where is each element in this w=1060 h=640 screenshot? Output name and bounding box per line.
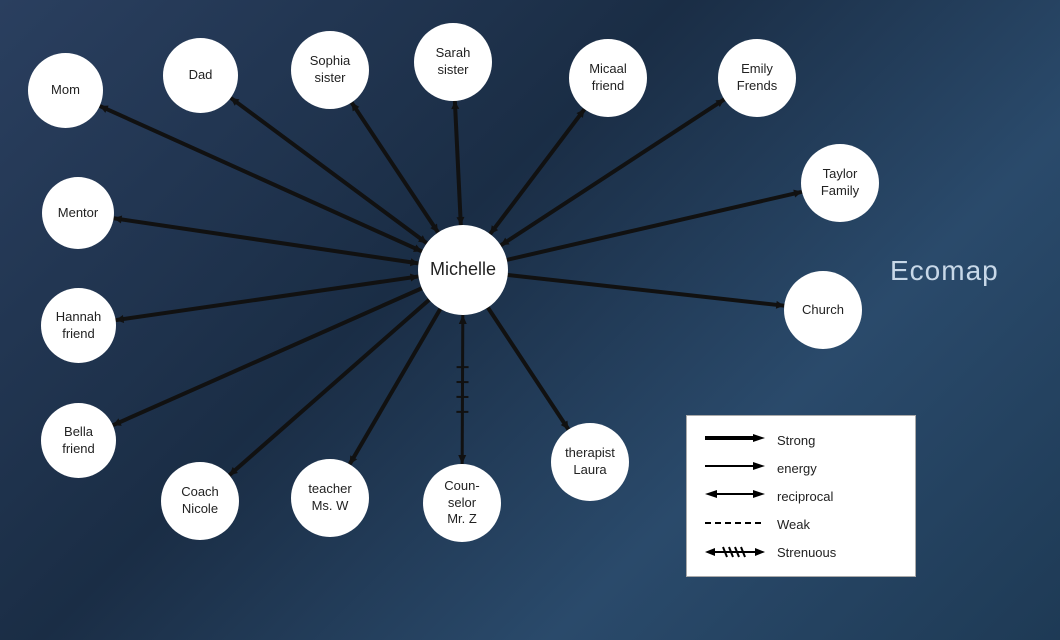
node-emily: EmilyFrends bbox=[718, 39, 796, 117]
legend-strong-line bbox=[705, 430, 765, 450]
node-michelle: Michelle bbox=[418, 225, 508, 315]
node-mentor: Mentor bbox=[42, 177, 114, 249]
node-therapist-laura: therapistLaura bbox=[551, 423, 629, 501]
node-church: Church bbox=[784, 271, 862, 349]
legend-energy-line bbox=[705, 458, 765, 478]
legend-strenuous: Strenuous bbox=[705, 542, 897, 562]
legend-weak: Weak bbox=[705, 514, 897, 534]
legend-reciprocal: reciprocal bbox=[705, 486, 897, 506]
legend-weak-line bbox=[705, 514, 765, 534]
node-dad: Dad bbox=[163, 38, 238, 113]
node-taylor-family: TaylorFamily bbox=[801, 144, 879, 222]
node-mom: Mom bbox=[28, 53, 103, 128]
legend-strenuous-line bbox=[705, 542, 765, 562]
node-teacher: teacherMs. W bbox=[291, 459, 369, 537]
node-coach-nicole: CoachNicole bbox=[161, 462, 239, 540]
legend-energy: energy bbox=[705, 458, 897, 478]
legend-reciprocal-line bbox=[705, 486, 765, 506]
legend-strong: Strong bbox=[705, 430, 897, 450]
node-sarah: Sarahsister bbox=[414, 23, 492, 101]
node-counselor: Coun-selorMr. Z bbox=[423, 464, 501, 542]
legend: Strong energy reciprocal Weak bbox=[686, 415, 916, 577]
node-bella: Bellafriend bbox=[41, 403, 116, 478]
node-micaal: Micaalfriend bbox=[569, 39, 647, 117]
node-hannah: Hannahfriend bbox=[41, 288, 116, 363]
node-sophia: Sophiasister bbox=[291, 31, 369, 109]
